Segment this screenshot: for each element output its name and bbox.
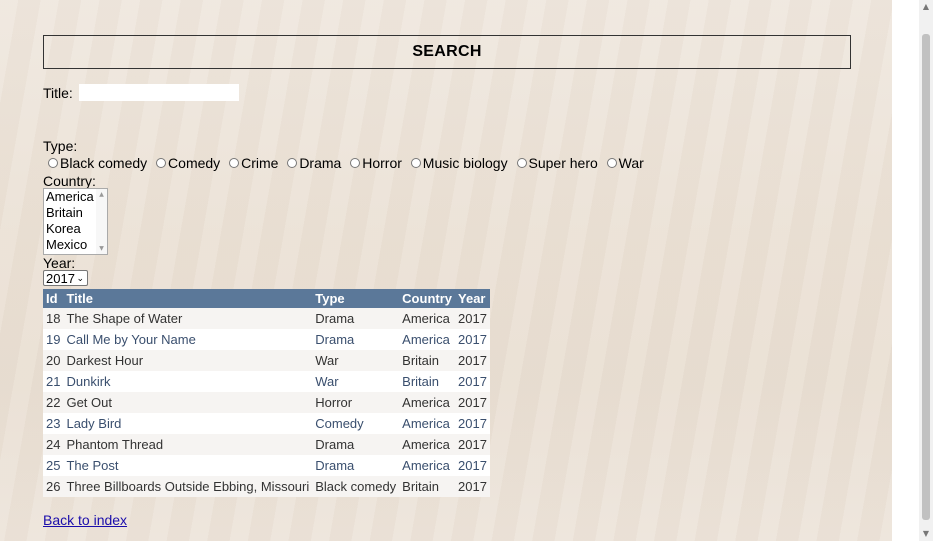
table-row: 18 The Shape of Water Drama America 2017 bbox=[43, 308, 490, 329]
search-button[interactable]: SEARCH bbox=[43, 35, 851, 69]
title-label: Title: bbox=[43, 85, 73, 101]
scroll-up-icon[interactable]: ▲ bbox=[919, 0, 933, 14]
year-label: Year: bbox=[43, 255, 76, 271]
country-listbox-scrollbar[interactable]: ▲ ▼ bbox=[96, 189, 107, 254]
cell-year: 2017 bbox=[455, 413, 490, 434]
cell-title: The Shape of Water bbox=[63, 308, 313, 329]
radio-icon[interactable] bbox=[48, 158, 58, 168]
table-header-row: Id Title Type Country Year bbox=[43, 289, 490, 308]
page-background: SEARCH Title: Type: Black comedy Comedy … bbox=[0, 0, 892, 541]
table-row: 19 Call Me by Your Name Drama America 20… bbox=[43, 329, 490, 350]
scroll-up-icon[interactable]: ▲ bbox=[96, 191, 107, 198]
cell-title: The Post bbox=[63, 455, 313, 476]
cell-year: 2017 bbox=[455, 455, 490, 476]
type-option-horror[interactable]: Horror bbox=[350, 155, 402, 171]
scroll-down-icon[interactable]: ▼ bbox=[96, 245, 107, 252]
movies-table: Id Title Type Country Year 18 The Shape … bbox=[43, 289, 490, 497]
cell-title: Call Me by Your Name bbox=[63, 329, 313, 350]
cell-country: Britain bbox=[399, 476, 456, 497]
type-option-black-comedy[interactable]: Black comedy bbox=[48, 155, 147, 171]
cell-id: 26 bbox=[43, 476, 64, 497]
radio-icon[interactable] bbox=[287, 158, 298, 168]
radio-icon[interactable] bbox=[156, 158, 167, 168]
radio-icon[interactable] bbox=[410, 158, 421, 168]
table-row: 21 Dunkirk War Britain 2017 bbox=[43, 371, 490, 392]
cell-id: 21 bbox=[43, 371, 64, 392]
type-option-super-hero[interactable]: Super hero bbox=[516, 155, 598, 171]
cell-type: War bbox=[312, 371, 400, 392]
back-to-index-link[interactable]: Back to index bbox=[43, 512, 127, 528]
cell-country: Britain bbox=[399, 371, 456, 392]
chevron-down-icon: ⌄ bbox=[76, 274, 84, 284]
radio-icon[interactable] bbox=[229, 158, 240, 168]
cell-year: 2017 bbox=[455, 392, 490, 413]
cell-id: 23 bbox=[43, 413, 64, 434]
table-row: 24 Phantom Thread Drama America 2017 bbox=[43, 434, 490, 455]
cell-type: War bbox=[312, 350, 400, 371]
table-row: 26 Three Billboards Outside Ebbing, Miss… bbox=[43, 476, 490, 497]
cell-country: Britain bbox=[399, 350, 456, 371]
cell-year: 2017 bbox=[455, 350, 490, 371]
cell-title: Dunkirk bbox=[63, 371, 313, 392]
cell-type: Drama bbox=[312, 308, 400, 329]
table-row: 23 Lady Bird Comedy America 2017 bbox=[43, 413, 490, 434]
cell-year: 2017 bbox=[455, 329, 490, 350]
page-scrollbar[interactable]: ▲ ▼ bbox=[919, 0, 933, 541]
year-select[interactable]: 2017 ⌄ bbox=[43, 270, 88, 286]
title-input[interactable] bbox=[79, 84, 239, 101]
column-header-country: Country bbox=[399, 289, 456, 308]
year-selected-value: 2017 bbox=[46, 271, 75, 286]
cell-country: America bbox=[399, 413, 456, 434]
cell-title: Lady Bird bbox=[63, 413, 313, 434]
table-row: 22 Get Out Horror America 2017 bbox=[43, 392, 490, 413]
title-field-row: Title: bbox=[43, 83, 239, 103]
cell-year: 2017 bbox=[455, 371, 490, 392]
cell-country: America bbox=[399, 329, 456, 350]
cell-id: 22 bbox=[43, 392, 64, 413]
country-listbox[interactable]: America Britain Korea Mexico ▲ ▼ bbox=[43, 188, 108, 255]
scroll-down-icon[interactable]: ▼ bbox=[919, 527, 933, 541]
type-option-drama[interactable]: Drama bbox=[287, 155, 341, 171]
cell-country: America bbox=[399, 392, 456, 413]
column-header-id: Id bbox=[43, 289, 64, 308]
cell-id: 18 bbox=[43, 308, 64, 329]
type-option-music-biology[interactable]: Music biology bbox=[410, 155, 508, 171]
type-radio-group: Black comedy Comedy Crime Drama Horror M… bbox=[48, 155, 649, 171]
cell-title: Three Billboards Outside Ebbing, Missour… bbox=[63, 476, 313, 497]
radio-icon[interactable] bbox=[516, 158, 527, 168]
radio-icon[interactable] bbox=[606, 158, 617, 168]
type-option-war[interactable]: War bbox=[606, 155, 644, 171]
cell-type: Comedy bbox=[312, 413, 400, 434]
cell-title: Phantom Thread bbox=[63, 434, 313, 455]
cell-country: America bbox=[399, 434, 456, 455]
cell-year: 2017 bbox=[455, 476, 490, 497]
cell-title: Get Out bbox=[63, 392, 313, 413]
cell-type: Drama bbox=[312, 434, 400, 455]
radio-icon[interactable] bbox=[350, 158, 361, 168]
cell-type: Black comedy bbox=[312, 476, 400, 497]
cell-country: America bbox=[399, 455, 456, 476]
cell-id: 24 bbox=[43, 434, 64, 455]
type-label: Type: bbox=[43, 138, 78, 154]
cell-id: 20 bbox=[43, 350, 64, 371]
column-header-year: Year bbox=[455, 289, 490, 308]
cell-year: 2017 bbox=[455, 308, 490, 329]
cell-year: 2017 bbox=[455, 434, 490, 455]
cell-id: 19 bbox=[43, 329, 64, 350]
table-row: 25 The Post Drama America 2017 bbox=[43, 455, 490, 476]
cell-type: Drama bbox=[312, 455, 400, 476]
scrollbar-thumb[interactable] bbox=[922, 34, 930, 520]
type-option-crime[interactable]: Crime bbox=[229, 155, 278, 171]
country-label: Country: bbox=[43, 173, 96, 189]
cell-type: Horror bbox=[312, 392, 400, 413]
column-header-type: Type bbox=[312, 289, 400, 308]
column-header-title: Title bbox=[63, 289, 313, 308]
cell-country: America bbox=[399, 308, 456, 329]
table-row: 20 Darkest Hour War Britain 2017 bbox=[43, 350, 490, 371]
cell-type: Drama bbox=[312, 329, 400, 350]
cell-title: Darkest Hour bbox=[63, 350, 313, 371]
type-option-comedy[interactable]: Comedy bbox=[156, 155, 220, 171]
cell-id: 25 bbox=[43, 455, 64, 476]
